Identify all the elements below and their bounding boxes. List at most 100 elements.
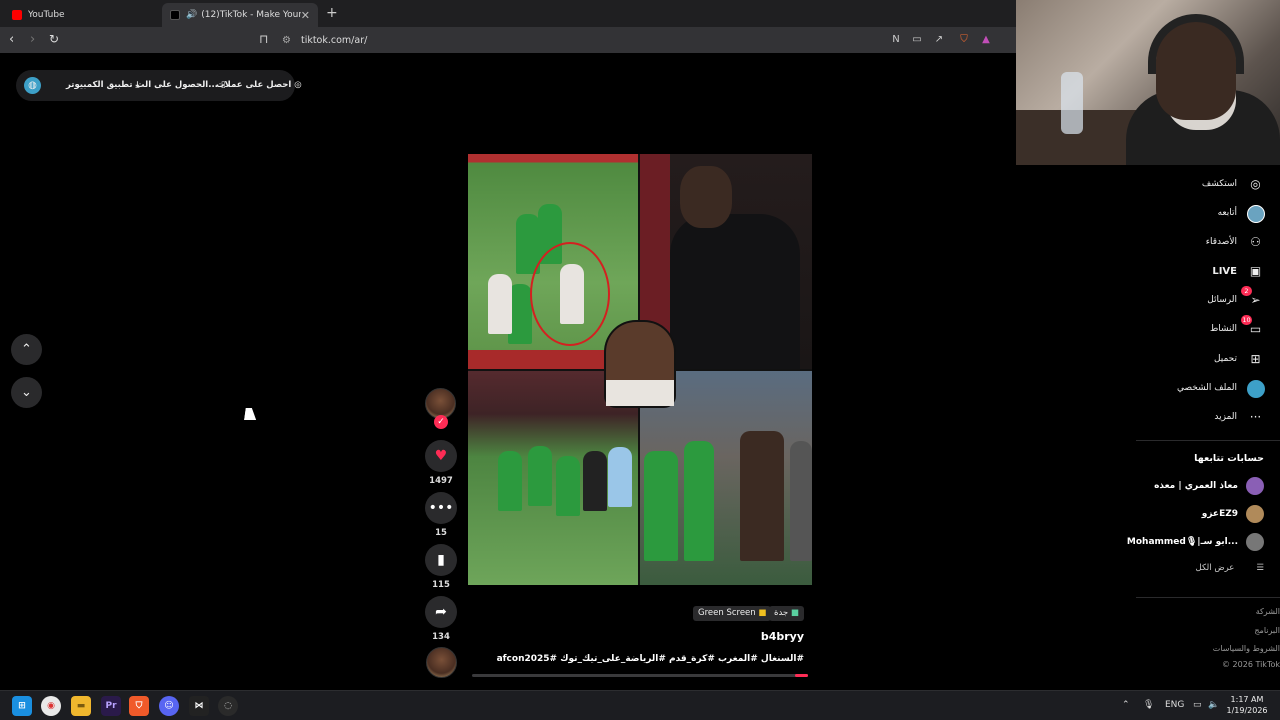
new-tag[interactable]: جدة ■	[769, 606, 804, 621]
windows-start-icon[interactable]: ⊞	[12, 696, 32, 716]
sidebar-item-upload[interactable]: تحميل ⊞	[1214, 350, 1264, 368]
following-accounts-heading: حسابات تتابعها	[1194, 453, 1264, 464]
upload-icon: ⊞	[1250, 351, 1261, 366]
tab-title: YouTube	[28, 10, 65, 20]
footer-program-link[interactable]: البرنامج	[1254, 626, 1280, 635]
player-figure	[556, 456, 580, 516]
more-icon: ···	[1249, 409, 1262, 424]
share-button[interactable]: ➦	[425, 596, 457, 628]
coach-face	[680, 166, 732, 228]
previous-video-button[interactable]: ⌃	[11, 334, 42, 365]
close-tab-icon[interactable]: ✕	[301, 9, 310, 22]
sidebar-item-more[interactable]: المزيد ···	[1214, 408, 1264, 426]
player-figure	[488, 274, 512, 334]
get-coins-link[interactable]: احصل على عملات ◎	[216, 80, 302, 90]
url-text: tiktok.com/ar/	[300, 34, 368, 46]
desktop-app-link[interactable]: تطبيق الكمبيوتر ⤓	[66, 80, 139, 90]
volume-icon[interactable]: 🔈	[1208, 700, 1219, 710]
player-figure	[583, 451, 607, 511]
webcam-overlay	[1016, 0, 1280, 165]
sidebar-item-messages[interactable]: الرسائل ➢ 2	[1207, 285, 1264, 309]
brave-browser-icon[interactable]: ⛉	[129, 696, 149, 716]
tray-overflow-icon[interactable]: ⌃	[1122, 700, 1130, 710]
webcam-headset	[1148, 14, 1244, 74]
video-progress-bar[interactable]	[472, 674, 808, 677]
see-all-link[interactable]: عرض الكل ☰	[1196, 563, 1264, 573]
tab-youtube[interactable]: YouTube	[4, 3, 160, 27]
effect-tag[interactable]: Green Screen ■	[693, 606, 772, 621]
get-app-bar: ◍ تطبيق الكمبيوتر ⤓ الحصول على الت... ▯ …	[16, 70, 302, 101]
sidebar-item-label: المزيد	[1214, 412, 1237, 422]
comment-button[interactable]: •••	[425, 492, 457, 524]
share-arrow-icon: ➦	[435, 604, 447, 620]
live-tv-icon: ▣	[1249, 263, 1262, 278]
profile-avatar-icon	[1247, 379, 1265, 398]
discord-icon[interactable]: ☺	[159, 696, 179, 716]
brave-rewards-icon[interactable]: ▲	[980, 34, 992, 46]
new-tab-button[interactable]: +	[326, 5, 338, 21]
sidebar-item-profile[interactable]: الملف الشخصي	[1177, 379, 1265, 398]
sidebar-item-following[interactable]: أتابعه	[1218, 204, 1265, 223]
cast-icon[interactable]: ▭	[911, 34, 923, 46]
bookmark-icon[interactable]: ⊓	[259, 32, 268, 46]
author-name[interactable]: b4bryy	[700, 630, 804, 643]
obs-icon[interactable]: ◌	[218, 696, 238, 716]
language-globe-icon[interactable]: ◍	[24, 77, 41, 94]
sidebar-item-activity[interactable]: النشاط ▭ 10	[1209, 314, 1264, 338]
desktop-app-label: تطبيق الكمبيوتر	[66, 80, 133, 90]
music-disc-avatar[interactable]	[426, 647, 457, 678]
sidebar-item-explore[interactable]: استكشف ◎	[1202, 175, 1264, 193]
sidebar-item-label: النشاط	[1209, 324, 1237, 334]
following-account[interactable]: عزوEZ9	[1202, 505, 1264, 523]
sidebar-item-friends[interactable]: الأصدقاء ⚇	[1206, 233, 1264, 251]
coach-jacket	[670, 214, 800, 369]
video-player[interactable]	[468, 154, 812, 585]
chrome-icon[interactable]: ◉	[41, 696, 61, 716]
activity-badge: 10	[1241, 314, 1252, 325]
sidebar-item-label: الأصدقاء	[1205, 237, 1237, 247]
site-settings-icon[interactable]: ⚙	[282, 35, 291, 46]
friends-icon: ⚇	[1250, 234, 1261, 249]
browser-tab-bar: YouTube 🔊 (12)TikTok - Make Your Day ✕ +	[0, 0, 1016, 27]
reload-icon[interactable]: ↻	[49, 32, 59, 46]
premiere-pro-icon[interactable]: Pr	[101, 696, 121, 716]
youtube-favicon-icon	[12, 10, 22, 20]
capcut-icon[interactable]: ⋈	[189, 696, 209, 716]
sidebar-item-label: استكشف	[1201, 179, 1237, 189]
clock-time: 1:17 AM	[1230, 695, 1264, 704]
translate-icon[interactable]: N	[890, 34, 902, 46]
back-icon[interactable]: ‹	[9, 32, 14, 47]
sidebar-divider	[1136, 597, 1280, 598]
like-button[interactable]: ♥	[425, 440, 457, 472]
get-app-link[interactable]: الحصول على الت... ▯	[136, 80, 226, 90]
follow-check-icon[interactable]: ✓	[434, 415, 448, 429]
brave-shield-icon[interactable]: ⛉	[958, 34, 970, 46]
file-explorer-icon[interactable]: ▬	[71, 696, 91, 716]
microphone-icon[interactable]: 🎙	[1143, 700, 1154, 710]
next-video-button[interactable]: ⌄	[11, 377, 42, 408]
following-account-name: معاذ العمري | معذه	[1154, 481, 1238, 491]
get-coins-label: احصل على عملات	[216, 80, 292, 90]
tab-tiktok[interactable]: 🔊 (12)TikTok - Make Your Day ✕	[162, 3, 318, 27]
video-caption: #السنغال #المغرب #كرة_قدم #الرياضة_على_ت…	[496, 654, 804, 664]
footer-company-link[interactable]: الشركة	[1256, 607, 1280, 616]
tab-title: (12)TikTok - Make Your Day	[201, 10, 301, 20]
system-clock[interactable]: 1:17 AM 1/19/2026	[1226, 694, 1268, 716]
address-bar[interactable]: ⚙ tiktok.com/ar/	[282, 31, 582, 49]
player-figure	[790, 441, 812, 561]
save-button[interactable]: ▮	[425, 544, 457, 576]
highlight-circle	[530, 242, 610, 346]
sidebar-item-label: تحميل	[1213, 354, 1237, 364]
footer-terms-link[interactable]: الشروط والسياسات	[1213, 644, 1280, 653]
get-app-label: الحصول على الت...	[136, 80, 218, 90]
network-icon[interactable]: ▭	[1193, 700, 1202, 710]
following-account[interactable]: Mohammed🎙|ابو سـ...	[1127, 533, 1264, 551]
forward-icon[interactable]: ›	[30, 32, 35, 47]
comment-icon: •••	[428, 500, 454, 516]
player-figure	[528, 446, 552, 506]
share-icon[interactable]: ↗	[933, 34, 945, 46]
sidebar-item-live[interactable]: LIVE ▣	[1212, 262, 1264, 280]
like-count: 1497	[429, 476, 453, 486]
following-account[interactable]: معاذ العمري | معذه	[1154, 477, 1264, 495]
language-indicator[interactable]: ENG	[1165, 700, 1184, 710]
